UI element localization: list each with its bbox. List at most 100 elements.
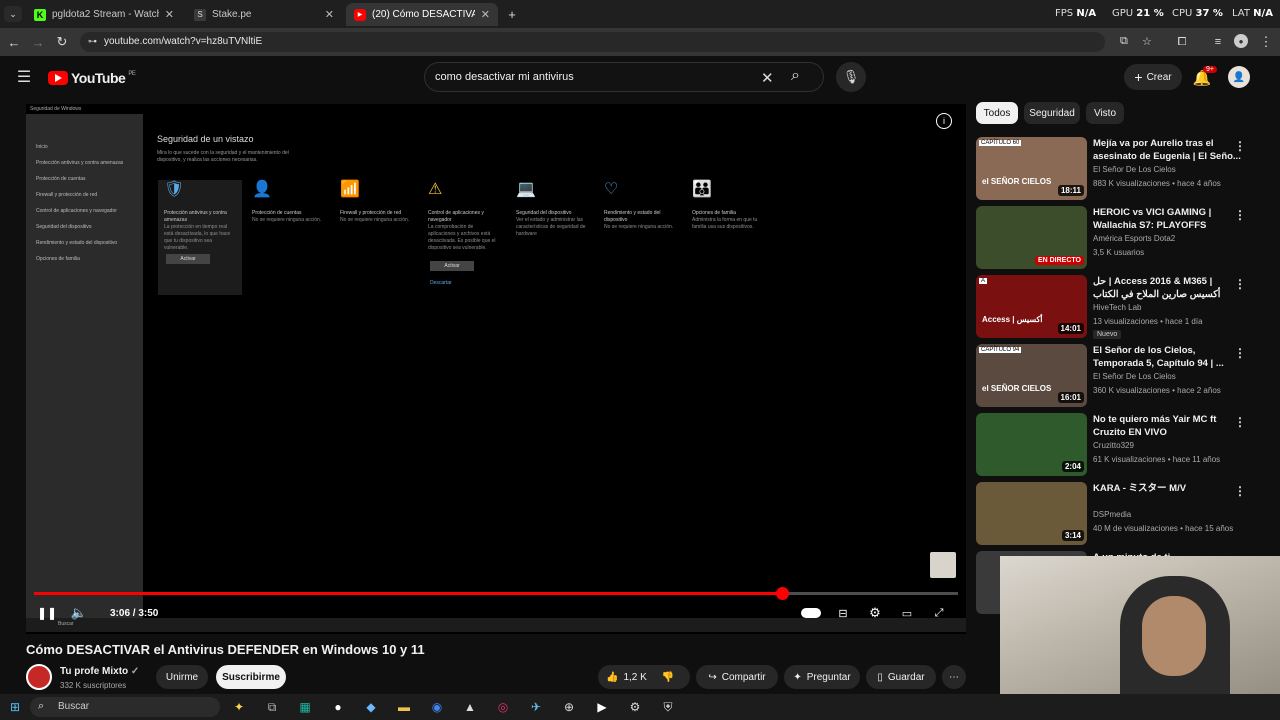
browser-menu-icon[interactable]: ⋮ — [1258, 34, 1274, 50]
taskbar-app-icon[interactable]: ✈ — [527, 698, 545, 716]
hamburger-menu-icon[interactable]: ☰ — [14, 68, 34, 86]
taskbar-app-icon[interactable]: ⧉ — [263, 698, 281, 716]
search-input[interactable]: como desactivar mi antivirus ✕ ⌕ — [424, 62, 824, 92]
clear-search-icon[interactable]: ✕ — [761, 69, 774, 87]
tab-youtube-active[interactable]: ▶ (20) Cómo DESACTIVAR el ✕ — [346, 3, 498, 26]
recommended-video-title[interactable]: Mejía va por Aurelio tras el asesinato d… — [1093, 137, 1243, 163]
taskbar-app-icon[interactable]: ◆ — [362, 698, 380, 716]
taskbar-app-icon[interactable]: ⛨ — [659, 698, 677, 716]
bookmark-star-icon[interactable]: ☆ — [1142, 35, 1152, 48]
more-actions-icon[interactable]: ⋯ — [942, 665, 966, 689]
more-options-icon[interactable]: ⋮ — [1234, 346, 1246, 360]
taskbar-app-icon[interactable]: ▦ — [296, 698, 314, 716]
recommended-video[interactable]: 3:14 KARA - ミスター M/V DSPmedia 40 M de visua… — [976, 482, 1266, 546]
extensions-icon[interactable]: ⧠ — [1174, 34, 1190, 50]
taskbar-app-icon[interactable]: ▶ — [593, 698, 611, 716]
save-button[interactable]: ▯ Guardar — [866, 665, 936, 689]
recommended-video-title[interactable]: No te quiero más Yair MC ft Cruzito EN V… — [1093, 413, 1243, 439]
taskbar-app-icon[interactable]: ◉ — [428, 698, 446, 716]
close-icon[interactable]: ✕ — [165, 8, 174, 21]
ask-button[interactable]: ✦ Preguntar — [784, 665, 860, 689]
recommended-video-title[interactable]: حل | Access 2016 & M365 | أكسيس صارين ال… — [1093, 275, 1243, 301]
taskbar-app-icon[interactable]: ◎ — [494, 698, 512, 716]
scrubber-handle[interactable] — [775, 587, 789, 600]
settings-gear-icon[interactable]: ⚙ — [866, 605, 884, 621]
more-options-icon[interactable]: ⋮ — [1234, 415, 1246, 429]
theater-mode-icon[interactable]: ▭ — [898, 605, 916, 621]
voice-search-icon[interactable]: 🎙 — [836, 62, 866, 92]
autoplay-toggle[interactable] — [800, 605, 822, 621]
new-tab-button[interactable]: + — [504, 6, 520, 22]
channel-avatar[interactable] — [26, 664, 52, 690]
site-info-icon[interactable]: ⊶ — [88, 36, 97, 47]
recommended-channel-name[interactable]: El Señor De Los Cielos — [1093, 165, 1176, 174]
install-icon[interactable]: ⧉ — [1120, 35, 1128, 48]
subtitles-icon[interactable]: ⊟ — [834, 605, 852, 621]
like-count[interactable]: 1,2 K — [623, 672, 646, 683]
recommended-video[interactable]: EN DIRECTO HEROIC vs VICI GAMING | Wallac… — [976, 206, 1266, 270]
more-options-icon[interactable]: ⋮ — [1234, 484, 1246, 498]
fullscreen-icon[interactable]: ⤢ — [930, 605, 948, 621]
taskbar-app-icon[interactable]: ▬ — [395, 698, 413, 716]
recommended-channel-name[interactable]: América Esports Dota2 — [1093, 234, 1175, 243]
taskbar-app-icon[interactable]: ▲ — [461, 698, 479, 716]
account-avatar[interactable]: 👤 — [1228, 66, 1250, 88]
recommended-channel-name[interactable]: Cruzitto329 — [1093, 441, 1134, 450]
recommended-channel-name[interactable]: DSPmedia — [1093, 510, 1131, 519]
join-button[interactable]: Unirme — [156, 665, 208, 689]
share-button[interactable]: ↪ Compartir — [696, 665, 778, 689]
video-thumbnail[interactable]: 2:04 — [976, 413, 1087, 476]
tab-search-icon[interactable]: ⌄ — [4, 6, 22, 22]
recommended-video[interactable]: el SEÑOR CIELOS CAPÍTULO 94 16:01 El Señor … — [976, 344, 1266, 408]
video-thumbnail[interactable]: 3:14 — [976, 482, 1087, 545]
recommended-video[interactable]: Access | أكسيس A 14:01 حل | Access 2016 & M… — [976, 275, 1266, 339]
progress-bar[interactable] — [34, 587, 958, 600]
channel-name[interactable]: Tu profe Mixto ✓ — [60, 666, 139, 677]
reading-list-icon[interactable]: ≡ — [1210, 34, 1226, 50]
tab-pgldota2[interactable]: K pgldota2 Stream - Watch Live o ✕ — [26, 3, 182, 26]
windows-sidebar-item: Firewall y protección de red — [36, 192, 98, 198]
subscribe-button[interactable]: Suscribirme — [216, 665, 286, 689]
windows-start-icon[interactable]: ⊞ — [6, 698, 24, 716]
chip-todos[interactable]: Todos — [976, 102, 1018, 124]
profile-avatar-icon[interactable]: ● — [1234, 34, 1248, 48]
dislike-icon[interactable]: 👎 — [662, 672, 674, 683]
recommended-video[interactable]: el SEÑOR CIELOS CAPÍTULO 60 18:11 Mejía va … — [976, 137, 1266, 201]
video-thumbnail[interactable]: el SEÑOR CIELOS CAPÍTULO 94 16:01 — [976, 344, 1087, 407]
recommended-video-title[interactable]: KARA - ミスター M/V — [1093, 482, 1243, 495]
windows-sidebar-item: Inicio — [36, 144, 48, 150]
more-options-icon[interactable]: ⋮ — [1234, 139, 1246, 153]
recommended-video[interactable]: 2:04 No te quiero más Yair MC ft Cruzito … — [976, 413, 1266, 477]
recommended-channel-name[interactable]: HiveTech Lab — [1093, 303, 1141, 312]
video-player[interactable]: Seguridad de Windows Inicio Protección a… — [26, 104, 966, 634]
recommended-video-title[interactable]: HEROIC vs VICI GAMING | Wallachia S7: PL… — [1093, 206, 1243, 232]
taskbar-app-icon[interactable]: ● — [329, 698, 347, 716]
pause-icon[interactable]: ❚❚ — [37, 605, 57, 621]
chip-visto[interactable]: Visto — [1086, 102, 1124, 124]
video-thumbnail[interactable]: EN DIRECTO — [976, 206, 1087, 269]
chip-seguridad[interactable]: Seguridad — [1024, 102, 1080, 124]
url-field[interactable]: ⊶ youtube.com/watch?v=hz8uTVNltiE ⧉ ☆ — [80, 32, 1152, 52]
youtube-logo[interactable]: YouTube PE — [48, 70, 136, 86]
tab-stake[interactable]: S Stake.pe ✕ — [186, 3, 342, 26]
back-icon[interactable]: ← — [6, 34, 22, 50]
recommended-video-title[interactable]: El Señor de los Cielos, Temporada 5, Cap… — [1093, 344, 1243, 370]
taskbar-app-icon[interactable]: ⊕ — [560, 698, 578, 716]
forward-icon[interactable]: → — [30, 34, 46, 50]
volume-icon[interactable]: 🔈 — [70, 605, 88, 621]
more-options-icon[interactable]: ⋮ — [1234, 277, 1246, 291]
search-icon[interactable]: ⌕ — [791, 67, 800, 85]
video-thumbnail[interactable]: el SEÑOR CIELOS CAPÍTULO 60 18:11 — [976, 137, 1087, 200]
more-options-icon[interactable]: ⋮ — [1234, 208, 1246, 222]
like-icon[interactable]: 👍 — [606, 672, 618, 683]
create-button[interactable]: + Crear — [1124, 64, 1182, 90]
taskbar-app-icon[interactable]: ✦ — [230, 698, 248, 716]
reload-icon[interactable]: ↻ — [54, 34, 70, 50]
taskbar-search-box[interactable]: ⌕ Buscar — [30, 697, 220, 717]
info-icon[interactable]: i — [936, 113, 952, 129]
recommended-channel-name[interactable]: El Señor De Los Cielos — [1093, 372, 1176, 381]
video-thumbnail[interactable]: Access | أكسيس A 14:01 — [976, 275, 1087, 338]
close-icon[interactable]: ✕ — [481, 8, 490, 21]
close-icon[interactable]: ✕ — [325, 8, 334, 21]
taskbar-app-icon[interactable]: ⚙ — [626, 698, 644, 716]
